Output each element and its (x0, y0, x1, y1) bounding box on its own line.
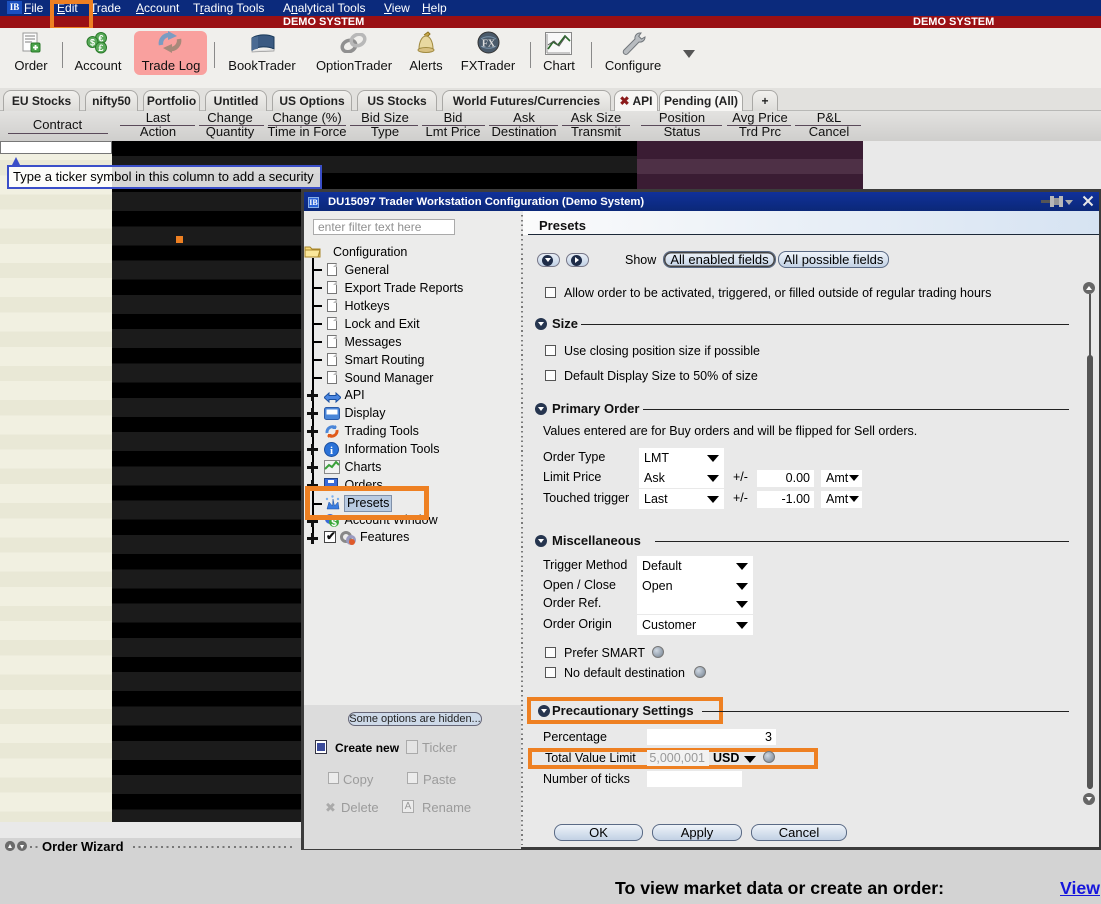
svg-text:£: £ (98, 43, 103, 53)
svg-text:$: $ (90, 38, 95, 48)
svg-text:i: i (330, 445, 333, 457)
svg-text:FX: FX (482, 39, 496, 50)
